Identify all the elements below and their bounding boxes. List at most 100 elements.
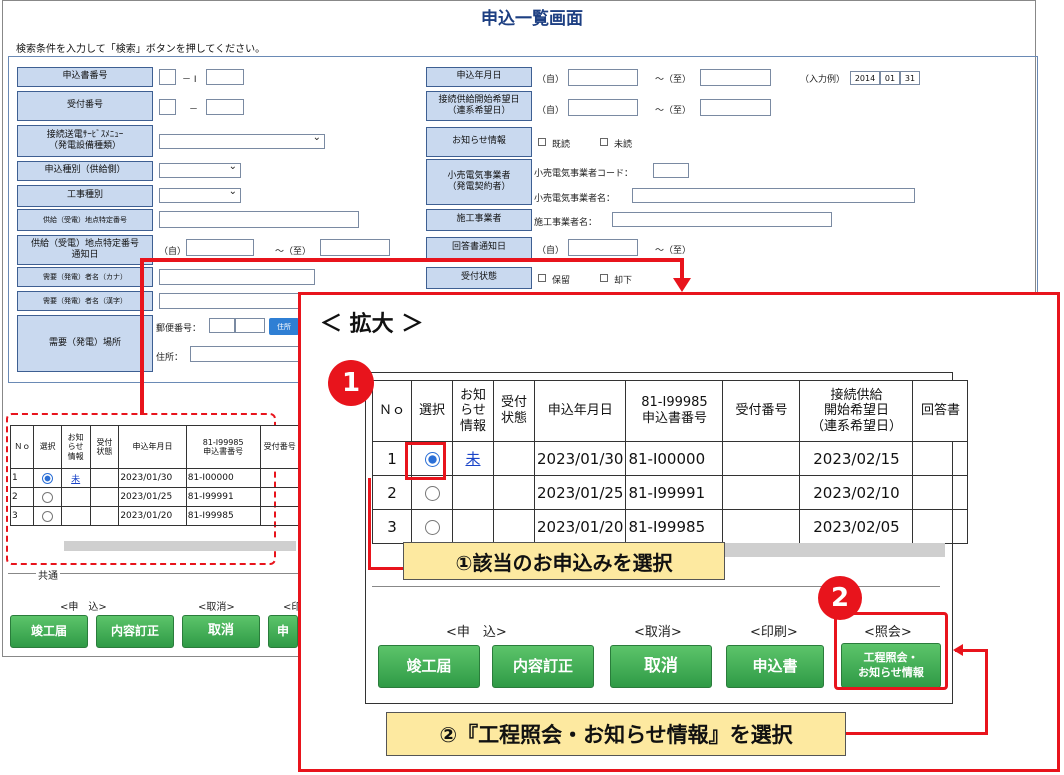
- response-date-from-input[interactable]: [568, 239, 638, 256]
- postal-code-1-input[interactable]: [209, 318, 235, 333]
- label-service-menu: 接続送電ｻｰﾋﾞｽﾒﾆｭｰ （発電設備種類）: [17, 125, 153, 157]
- application-number-input[interactable]: [206, 69, 244, 85]
- connector-arrow-icon: [673, 278, 691, 292]
- step1-badge: 1: [328, 360, 374, 406]
- row-receipt-number: [259, 506, 301, 526]
- row-number: 2: [372, 475, 412, 510]
- start-date-to-input[interactable]: [700, 99, 771, 116]
- table-row[interactable]: 2 2023/01/25 81-I99991: [9, 487, 301, 507]
- label-application-type: 申込種別（供給側）: [17, 161, 153, 181]
- row-number: 2: [9, 487, 35, 507]
- row-application-date: 2023/01/20: [118, 506, 187, 526]
- row-status: [89, 468, 120, 488]
- table-header-cell: 受付 状態: [89, 425, 120, 469]
- zoom-table-row[interactable]: 2 2023/01/25 81-I99991 2023/02/10: [372, 475, 969, 510]
- table-row[interactable]: 3 2023/01/20 81-I99985: [9, 506, 301, 526]
- row-application-date: 2023/01/20: [533, 509, 627, 544]
- notice-date-from-input[interactable]: [186, 239, 254, 256]
- row-status: [493, 441, 535, 476]
- select-radio-highlight: [405, 442, 446, 480]
- cancel-button[interactable]: 取消: [182, 615, 260, 648]
- row-select-radio[interactable]: [42, 510, 54, 522]
- retailer-name-label: 小売電気事業者名：: [534, 194, 616, 204]
- completion-report-button[interactable]: 竣工届: [10, 615, 88, 648]
- row-select-cell[interactable]: [33, 506, 62, 526]
- receipt-number-input[interactable]: [206, 99, 244, 115]
- application-number-prefix-input[interactable]: [159, 69, 176, 85]
- application-type-select[interactable]: [159, 161, 241, 178]
- notice-date-to-input[interactable]: [320, 239, 390, 256]
- row-start-date: 2023/02/10: [799, 475, 914, 510]
- row-select-radio[interactable]: [424, 485, 440, 501]
- row-notice[interactable]: 未: [60, 468, 91, 488]
- customer-name-kanji-input[interactable]: [159, 293, 299, 309]
- date-to-label: ～（至）: [275, 247, 312, 257]
- zoom-table-row[interactable]: 3 2023/01/20 81-I99985 2023/02/05: [372, 509, 969, 544]
- table-row[interactable]: 1 未 2023/01/30 81-I00000: [9, 468, 301, 488]
- common-group-label: 共通: [36, 567, 60, 582]
- hold-checkbox[interactable]: [538, 274, 546, 282]
- reject-checkbox[interactable]: [600, 274, 608, 282]
- row-select-radio[interactable]: [42, 491, 54, 503]
- row-notice-link[interactable]: 未: [452, 441, 494, 476]
- row-receipt-number: [259, 487, 301, 507]
- table-header-cell: 申込年月日: [118, 425, 187, 469]
- row-select-radio[interactable]: [424, 519, 440, 535]
- zoom-table-row[interactable]: 1 未 2023/01/30 81-I00000 2023/02/15: [372, 441, 969, 476]
- response-date-from-label: （自）: [537, 246, 565, 256]
- label-customer-name-kana: 需要（発電）者名（カナ）: [17, 267, 153, 287]
- row-select-cell[interactable]: [33, 468, 62, 488]
- start-date-from-input[interactable]: [568, 99, 638, 116]
- row-application-date: 2023/01/30: [118, 468, 187, 488]
- label-notice-info: お知らせ情報: [426, 127, 532, 157]
- address-input[interactable]: [190, 346, 300, 362]
- row-notice-link: [452, 475, 494, 510]
- example-month: 01: [880, 71, 900, 85]
- zoom-cancel-button[interactable]: 取消: [610, 645, 712, 688]
- row-select-radio[interactable]: [42, 472, 54, 484]
- retailer-code-input[interactable]: [653, 163, 689, 178]
- row-application-number: 81-I99985: [185, 506, 261, 526]
- group-label-apply: <申 込>: [60, 602, 107, 613]
- zoom-table-header-cell: お知 らせ 情報: [452, 380, 494, 442]
- label-supply-point-notice-date: 供給（受電）地点特定番号 通知日: [17, 235, 153, 265]
- zoom-completion-report-button[interactable]: 竣工届: [378, 645, 480, 688]
- work-type-select[interactable]: [159, 186, 241, 203]
- customer-name-kana-input[interactable]: [159, 269, 315, 285]
- unread-checkbox[interactable]: [600, 138, 608, 146]
- read-checkbox[interactable]: [538, 138, 546, 146]
- zoom-table-header-cell: 選択: [411, 380, 453, 442]
- zoom-content-correction-button[interactable]: 内容訂正: [492, 645, 594, 688]
- app-date-to-input[interactable]: [700, 69, 771, 86]
- service-menu-select[interactable]: [159, 132, 325, 149]
- zoom-table-header-cell: 81-I99985 申込書番号: [625, 380, 724, 442]
- zoom-print-application-button[interactable]: 申込書: [726, 645, 824, 688]
- result-table-small: Ｎｏ 選択 お知 らせ 情報 受付 状態 申込年月日 81-I99985 申込書番号 受付番…: [9, 425, 301, 526]
- row-status: [89, 487, 120, 507]
- reject-label: 却下: [614, 276, 633, 286]
- contractor-name-input[interactable]: [612, 212, 832, 227]
- content-correction-button[interactable]: 内容訂正: [96, 615, 174, 648]
- receipt-number-sep: －: [189, 105, 199, 115]
- label-supply-point-number: 供給（受電）地点特定番号: [17, 209, 153, 231]
- supply-point-number-input[interactable]: [159, 211, 359, 228]
- address-label: 住所：: [156, 353, 184, 363]
- print-application-button-partial[interactable]: 申: [268, 615, 298, 648]
- application-number-sep: － I: [182, 75, 197, 85]
- row-select-cell[interactable]: [411, 509, 453, 544]
- row-select-cell[interactable]: [411, 475, 453, 510]
- zoom-table-header-cell: 接続供給 開始希望日 （連系希望日）: [799, 380, 914, 442]
- input-example-label: （入力例）: [800, 75, 846, 85]
- postal-code-2-input[interactable]: [235, 318, 265, 333]
- connector-line-horizontal: [140, 258, 684, 262]
- row-application-date: 2023/01/25: [118, 487, 187, 507]
- table-horizontal-scrollbar[interactable]: [64, 541, 296, 551]
- row-select-cell[interactable]: [33, 487, 62, 507]
- retailer-name-input[interactable]: [632, 188, 915, 203]
- app-date-from-input[interactable]: [568, 69, 638, 86]
- app-date-from-label: （自）: [537, 75, 565, 85]
- address-search-button[interactable]: 住所: [269, 318, 299, 335]
- label-work-type: 工事種別: [17, 185, 153, 207]
- row-application-number: 81-I99985: [625, 509, 724, 544]
- receipt-number-prefix-input[interactable]: [159, 99, 176, 115]
